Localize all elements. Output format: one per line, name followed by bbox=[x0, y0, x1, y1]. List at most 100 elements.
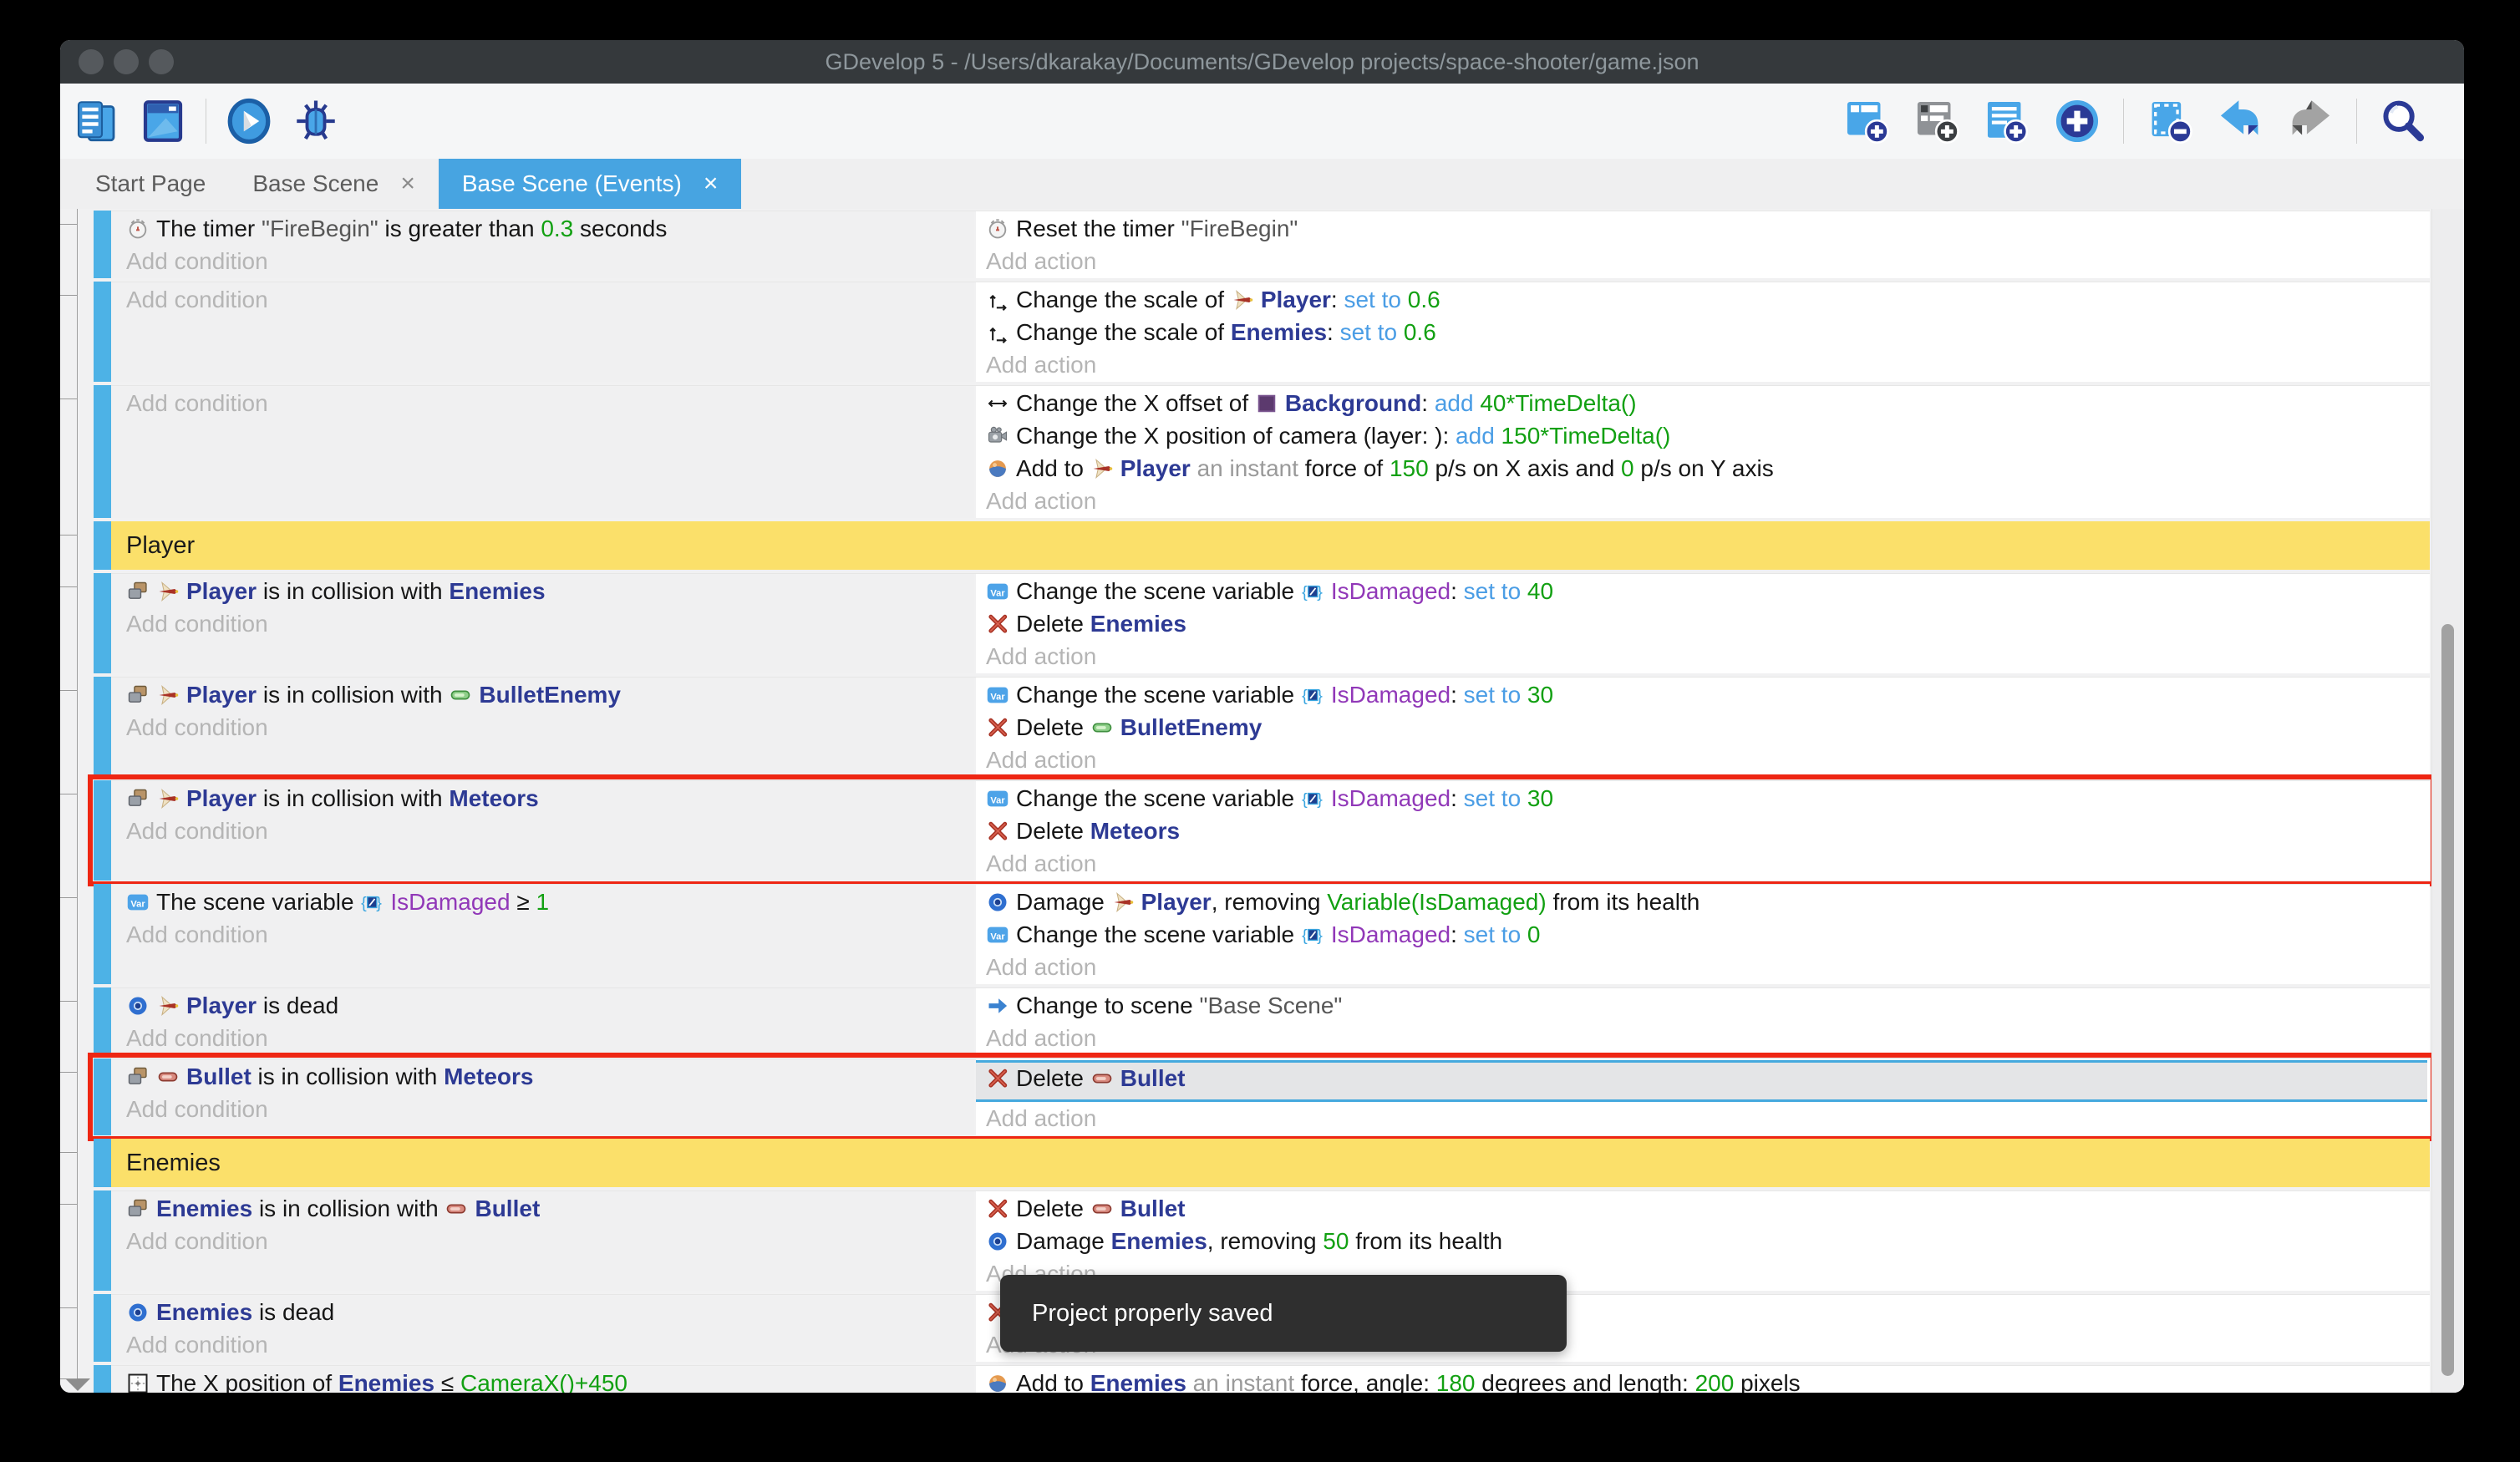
event-drag-bar[interactable] bbox=[94, 573, 111, 673]
add-circle-icon[interactable] bbox=[2053, 97, 2101, 145]
event-drag-bar[interactable] bbox=[94, 1190, 111, 1291]
action-row[interactable]: Damage Enemies, removing 50 from its hea… bbox=[986, 1225, 2430, 1257]
action-row[interactable]: Delete Bullet bbox=[976, 1060, 2427, 1102]
tab-base-scene-events[interactable]: Base Scene (Events) × bbox=[439, 159, 742, 209]
condition-row[interactable]: Player is in collision with BulletEnemy bbox=[126, 678, 974, 711]
add-action-button[interactable]: Add action bbox=[986, 1102, 2430, 1135]
action-row[interactable]: Add to Enemies an instant force, angle: … bbox=[986, 1367, 2430, 1393]
action-row[interactable]: Delete BulletEnemy bbox=[986, 711, 2430, 744]
close-tab-icon[interactable]: × bbox=[400, 171, 415, 196]
add-condition-button[interactable]: Add condition bbox=[126, 283, 974, 316]
add-action-button[interactable]: Add action bbox=[986, 1022, 2430, 1054]
actions-column[interactable]: Damage Player, removing Variable(IsDamag… bbox=[974, 885, 2430, 984]
action-row[interactable]: Change the X offset of Background: add 4… bbox=[986, 387, 2430, 419]
event-drag-bar[interactable] bbox=[94, 521, 111, 570]
conditions-column[interactable]: Enemies is deadAdd condition bbox=[111, 1295, 974, 1362]
condition-row[interactable]: Player is dead bbox=[126, 989, 974, 1022]
event-drag-bar[interactable] bbox=[94, 1294, 111, 1362]
tab-start-page[interactable]: Start Page bbox=[72, 159, 229, 209]
actions-column[interactable]: Change the X offset of Background: add 4… bbox=[974, 386, 2430, 518]
actions-column[interactable]: VarChange the scene variable {}IsDamaged… bbox=[974, 781, 2430, 881]
action-row[interactable]: Delete Meteors bbox=[986, 815, 2430, 847]
condition-row[interactable]: Player is in collision with Enemies bbox=[126, 575, 974, 607]
actions-column[interactable]: Change the scale of Player: set to 0.6Ch… bbox=[974, 282, 2430, 382]
add-event-icon[interactable] bbox=[1842, 97, 1891, 145]
action-row[interactable]: VarChange the scene variable {}IsDamaged… bbox=[986, 918, 2430, 951]
condition-row[interactable]: The timer "FireBegin" is greater than 0.… bbox=[126, 212, 974, 245]
condition-row[interactable]: The X position of Enemies ≤ CameraX()+45… bbox=[126, 1367, 974, 1393]
actions-column[interactable]: Add to Enemies an instant force, angle: … bbox=[974, 1366, 2430, 1393]
add-action-button[interactable]: Add action bbox=[986, 348, 2430, 381]
actions-column[interactable]: Reset the timer "FireBegin"Add action bbox=[974, 211, 2430, 278]
add-condition-button[interactable]: Add condition bbox=[126, 1328, 974, 1361]
play-icon[interactable] bbox=[225, 97, 273, 145]
event-drag-bar[interactable] bbox=[94, 282, 111, 382]
action-row[interactable]: Reset the timer "FireBegin" bbox=[986, 212, 2430, 245]
add-condition-button[interactable]: Add condition bbox=[126, 711, 974, 744]
action-row[interactable]: Change the X position of camera (layer: … bbox=[986, 419, 2430, 452]
condition-row[interactable]: Player is in collision with Meteors bbox=[126, 782, 974, 815]
conditions-column[interactable]: Add condition bbox=[111, 386, 974, 518]
group-header[interactable]: Player bbox=[111, 521, 2430, 570]
add-action-button[interactable]: Add action bbox=[986, 485, 2430, 517]
delete-selection-icon[interactable] bbox=[2146, 97, 2194, 145]
action-row[interactable]: Change the scale of Player: set to 0.6 bbox=[986, 283, 2430, 316]
conditions-column[interactable]: Player is deadAdd condition bbox=[111, 988, 974, 1055]
action-row[interactable]: VarChange the scene variable {}IsDamaged… bbox=[986, 782, 2430, 815]
scene-editor-icon[interactable] bbox=[139, 97, 187, 145]
event-drag-bar[interactable] bbox=[94, 385, 111, 518]
add-condition-button[interactable]: Add condition bbox=[126, 1022, 974, 1054]
debug-icon[interactable] bbox=[292, 97, 340, 145]
event-drag-bar[interactable] bbox=[94, 211, 111, 278]
event-drag-bar[interactable] bbox=[94, 884, 111, 984]
add-action-button[interactable]: Add action bbox=[986, 951, 2430, 983]
conditions-column[interactable]: Enemies is in collision with BulletAdd c… bbox=[111, 1191, 974, 1291]
add-condition-button[interactable]: Add condition bbox=[126, 387, 974, 419]
add-action-button[interactable]: Add action bbox=[986, 744, 2430, 776]
add-condition-button[interactable]: Add condition bbox=[126, 245, 974, 277]
conditions-column[interactable]: Player is in collision with BulletEnemyA… bbox=[111, 678, 974, 777]
undo-icon[interactable] bbox=[2216, 97, 2264, 145]
add-action-button[interactable]: Add action bbox=[986, 847, 2430, 880]
conditions-column[interactable]: VarThe scene variable {}IsDamaged ≥ 1Add… bbox=[111, 885, 974, 984]
group-header[interactable]: Enemies bbox=[111, 1139, 2430, 1187]
project-manager-icon[interactable] bbox=[72, 97, 120, 145]
search-icon[interactable] bbox=[2379, 97, 2427, 145]
add-condition-button[interactable]: Add condition bbox=[126, 1225, 974, 1257]
scrollbar-track[interactable] bbox=[2431, 209, 2464, 1393]
event-drag-bar[interactable] bbox=[94, 780, 111, 881]
conditions-column[interactable]: Player is in collision with EnemiesAdd c… bbox=[111, 574, 974, 673]
add-action-button[interactable]: Add action bbox=[986, 640, 2430, 673]
conditions-column[interactable]: Bullet is in collision with MeteorsAdd c… bbox=[111, 1059, 974, 1135]
redo-icon[interactable] bbox=[2286, 97, 2335, 145]
add-condition-button[interactable]: Add condition bbox=[126, 607, 974, 640]
scrollbar-thumb[interactable] bbox=[2441, 624, 2454, 1376]
action-row[interactable]: Change the scale of Enemies: set to 0.6 bbox=[986, 316, 2430, 348]
actions-column[interactable]: Delete BulletAdd action bbox=[974, 1059, 2430, 1135]
event-drag-bar[interactable] bbox=[94, 1139, 111, 1187]
add-comment-icon[interactable] bbox=[1983, 97, 2031, 145]
event-drag-bar[interactable] bbox=[94, 1365, 111, 1393]
condition-row[interactable]: VarThe scene variable {}IsDamaged ≥ 1 bbox=[126, 886, 974, 918]
add-condition-button[interactable]: Add condition bbox=[126, 918, 974, 951]
actions-column[interactable]: VarChange the scene variable {}IsDamaged… bbox=[974, 574, 2430, 673]
actions-column[interactable]: Change to scene "Base Scene"Add action bbox=[974, 988, 2430, 1055]
action-row[interactable]: Delete Enemies bbox=[986, 607, 2430, 640]
condition-row[interactable]: Enemies is in collision with Bullet bbox=[126, 1192, 974, 1225]
actions-column[interactable]: VarChange the scene variable {}IsDamaged… bbox=[974, 678, 2430, 777]
action-row[interactable]: VarChange the scene variable {}IsDamaged… bbox=[986, 678, 2430, 711]
tab-base-scene[interactable]: Base Scene × bbox=[229, 159, 439, 209]
event-drag-bar[interactable] bbox=[94, 1058, 111, 1135]
event-drag-bar[interactable] bbox=[94, 987, 111, 1055]
add-condition-button[interactable]: Add condition bbox=[126, 1093, 974, 1125]
action-row[interactable]: Damage Player, removing Variable(IsDamag… bbox=[986, 886, 2430, 918]
condition-row[interactable]: Bullet is in collision with Meteors bbox=[126, 1060, 974, 1093]
add-action-button[interactable]: Add action bbox=[986, 245, 2430, 277]
event-drag-bar[interactable] bbox=[94, 677, 111, 777]
conditions-column[interactable]: The timer "FireBegin" is greater than 0.… bbox=[111, 211, 974, 278]
action-row[interactable]: Change to scene "Base Scene" bbox=[986, 989, 2430, 1022]
close-tab-icon[interactable]: × bbox=[704, 171, 719, 196]
add-condition-button[interactable]: Add condition bbox=[126, 815, 974, 847]
add-subevent-icon[interactable] bbox=[1913, 97, 1961, 145]
conditions-column[interactable]: Player is in collision with MeteorsAdd c… bbox=[111, 781, 974, 881]
